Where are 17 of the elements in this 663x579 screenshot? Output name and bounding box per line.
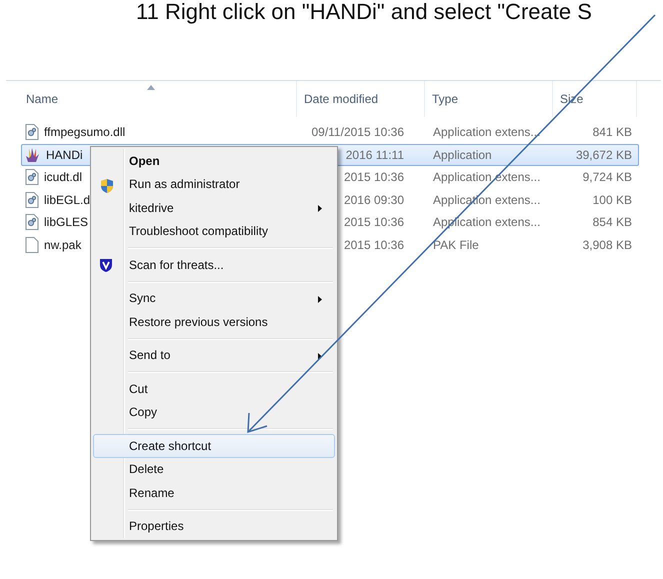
- file-size: 39,672 KB: [576, 148, 632, 162]
- file-date: 2015 10:36: [344, 170, 404, 184]
- file-type: PAK File: [433, 238, 479, 252]
- file-size: 854 KB: [592, 215, 632, 230]
- file-size: 100 KB: [592, 192, 632, 207]
- file-date: 2015 10:36: [344, 238, 404, 252]
- file-size: 9,724 KB: [582, 170, 632, 184]
- file-type: Application extens...: [433, 125, 540, 140]
- file-size: 841 KB: [592, 125, 632, 140]
- file-date: 2015 10:36: [344, 215, 404, 230]
- instruction-text: 11 Right click on "HANDi" and select "Create S: [136, 0, 592, 24]
- file-date: 09/11/2015 10:36: [311, 125, 404, 140]
- file-type: Application: [433, 148, 492, 162]
- file-size: 3,908 KB: [582, 238, 632, 252]
- file-type: Application extens...: [433, 170, 540, 184]
- file-date: 2016 09:30: [344, 192, 404, 207]
- file-date: 2016 11:11: [346, 148, 404, 162]
